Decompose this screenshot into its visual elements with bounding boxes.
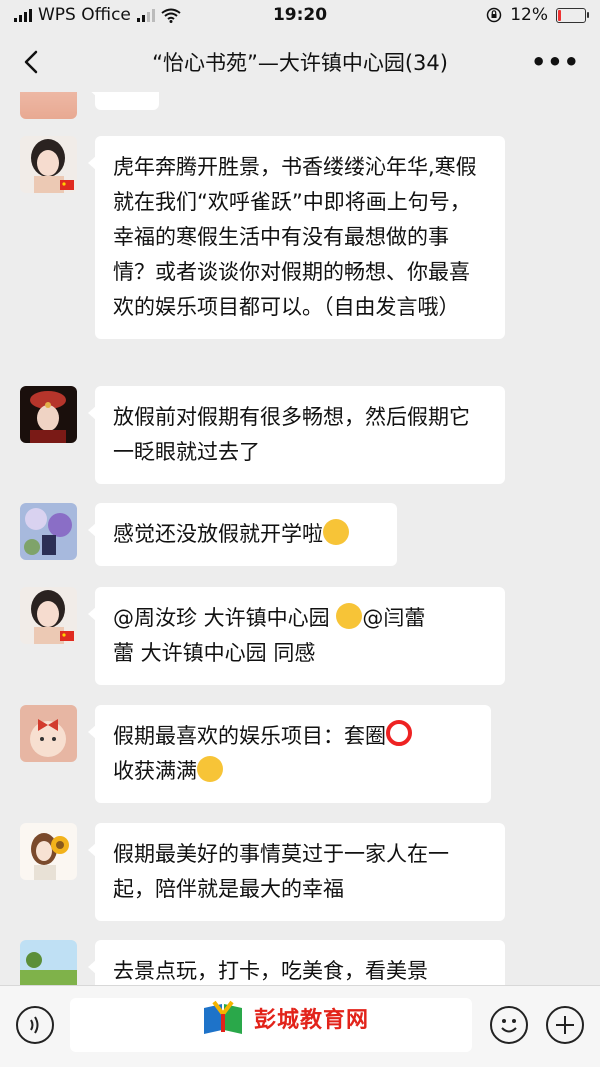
message-text: 收获满满 [113, 759, 197, 783]
battery-icon [556, 7, 589, 23]
watermark-logo-icon [204, 1000, 242, 1034]
avatar-field-landscape[interactable] [20, 940, 77, 985]
avatar-girl-portrait[interactable] [20, 587, 77, 644]
message-bubble[interactable]: 虎年奔腾开胜景，书香缕缕沁年华,寒假就在我们“欢呼雀跃”中即将画上句号，幸福的寒… [88, 136, 505, 339]
message-text: 虎年奔腾开胜景，书香缕缕沁年华,寒假就在我们“欢呼雀跃”中即将画上句号，幸福的寒… [113, 155, 477, 319]
message-text: 去景点玩，打卡，吃美食，看美景 [113, 959, 428, 983]
message-bubble[interactable]: @周汝珍 大许镇中心园 @闫蕾 蕾 大许镇中心园 同感 [88, 587, 505, 685]
laugh-cry-emoji-icon [323, 519, 349, 545]
red-circle-icon [386, 720, 412, 746]
watermark: 彭城教育网 [200, 1000, 369, 1036]
chat-list[interactable]: 虎年奔腾开胜景，书香缕缕沁年华,寒假就在我们“欢呼雀跃”中即将画上句号，幸福的寒… [0, 92, 600, 985]
battery-fill [558, 9, 561, 21]
avatar [20, 92, 77, 119]
status-right: 12% [486, 5, 589, 25]
grin-emoji-icon [336, 603, 363, 629]
message-bubble[interactable]: 感觉还没放假就开学啦 [88, 503, 397, 566]
status-bar: WPS Office 19:20 12% [0, 0, 600, 32]
message-text: 放假前对假期有很多畅想，然后假期它一眨眼就过去了 [113, 405, 470, 464]
mention-text: @周汝珍 大许镇中心园 [113, 606, 337, 630]
avatar-costume-portrait[interactable] [20, 386, 77, 443]
mention-text: @闫蕾 [362, 606, 426, 630]
avatar-girl-sunflower[interactable] [20, 823, 77, 880]
message-bubble[interactable]: 假期最美好的事情莫过于一家人在一起，陪伴就是最大的幸福 [88, 823, 505, 921]
avatar-flower-painting[interactable] [20, 503, 77, 560]
avatar-girl-portrait[interactable] [20, 136, 77, 193]
nav-bar: “怡心书苑”—大许镇中心园(34) ••• [0, 32, 600, 92]
more-dots-icon[interactable]: ••• [531, 48, 580, 76]
message-bubble [88, 92, 159, 110]
chat-title: “怡心书苑”—大许镇中心园(34) [152, 51, 448, 75]
message-text: 假期最美好的事情莫过于一家人在一起，陪伴就是最大的幸福 [113, 842, 449, 901]
avatar-cartoon-bow[interactable] [20, 705, 77, 762]
emoji-icon[interactable] [490, 1006, 528, 1044]
message-bubble[interactable]: 假期最喜欢的娱乐项目：套圈 收获满满 [88, 705, 491, 803]
message-bubble[interactable]: 放假前对假期有很多畅想，然后假期它一眨眼就过去了 [88, 386, 505, 484]
smile-emoji-icon [197, 756, 223, 782]
chevron-left-icon[interactable] [16, 46, 48, 78]
message-bubble[interactable]: 去景点玩，打卡，吃美食，看美景 [88, 940, 505, 985]
rotation-lock-icon [486, 7, 502, 23]
watermark-text: 彭城教育网 [254, 1008, 370, 1033]
battery-percent: 12% [510, 5, 548, 25]
voice-icon[interactable] [16, 1006, 54, 1044]
plus-icon[interactable] [546, 1006, 584, 1044]
message-text: 假期最喜欢的娱乐项目：套圈 [113, 724, 386, 748]
message-text: 感觉还没放假就开学啦 [113, 522, 323, 546]
mention-text: 蕾 大许镇中心园 同感 [113, 641, 316, 665]
